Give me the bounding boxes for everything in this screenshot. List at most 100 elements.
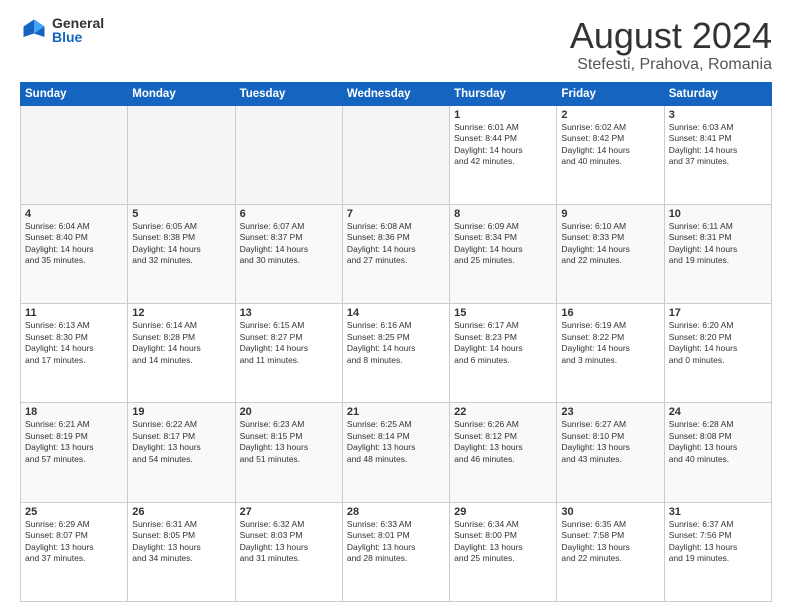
day-number: 22 (454, 406, 552, 418)
calendar-cell: 4Sunrise: 6:04 AM Sunset: 8:40 PM Daylig… (21, 204, 128, 303)
calendar-cell: 7Sunrise: 6:08 AM Sunset: 8:36 PM Daylig… (342, 204, 449, 303)
calendar-week-row: 25Sunrise: 6:29 AM Sunset: 8:07 PM Dayli… (21, 502, 772, 601)
day-number: 9 (561, 208, 659, 220)
day-number: 25 (25, 506, 123, 518)
calendar-week-row: 1Sunrise: 6:01 AM Sunset: 8:44 PM Daylig… (21, 105, 772, 204)
calendar-day-header: Friday (557, 82, 664, 105)
calendar-day-header: Tuesday (235, 82, 342, 105)
day-number: 26 (132, 506, 230, 518)
calendar-day-header: Wednesday (342, 82, 449, 105)
calendar-cell: 25Sunrise: 6:29 AM Sunset: 8:07 PM Dayli… (21, 502, 128, 601)
day-info: Sunrise: 6:23 AM Sunset: 8:15 PM Dayligh… (240, 419, 338, 465)
day-number: 10 (669, 208, 767, 220)
day-info: Sunrise: 6:09 AM Sunset: 8:34 PM Dayligh… (454, 221, 552, 267)
day-info: Sunrise: 6:19 AM Sunset: 8:22 PM Dayligh… (561, 320, 659, 366)
calendar-cell: 31Sunrise: 6:37 AM Sunset: 7:56 PM Dayli… (664, 502, 771, 601)
calendar-cell: 6Sunrise: 6:07 AM Sunset: 8:37 PM Daylig… (235, 204, 342, 303)
calendar-week-row: 18Sunrise: 6:21 AM Sunset: 8:19 PM Dayli… (21, 403, 772, 502)
day-number: 12 (132, 307, 230, 319)
day-number: 4 (25, 208, 123, 220)
day-number: 6 (240, 208, 338, 220)
day-info: Sunrise: 6:17 AM Sunset: 8:23 PM Dayligh… (454, 320, 552, 366)
day-number: 14 (347, 307, 445, 319)
calendar-cell: 10Sunrise: 6:11 AM Sunset: 8:31 PM Dayli… (664, 204, 771, 303)
calendar-header-row: SundayMondayTuesdayWednesdayThursdayFrid… (21, 82, 772, 105)
calendar-cell: 29Sunrise: 6:34 AM Sunset: 8:00 PM Dayli… (450, 502, 557, 601)
calendar-cell: 30Sunrise: 6:35 AM Sunset: 7:58 PM Dayli… (557, 502, 664, 601)
day-info: Sunrise: 6:15 AM Sunset: 8:27 PM Dayligh… (240, 320, 338, 366)
day-info: Sunrise: 6:11 AM Sunset: 8:31 PM Dayligh… (669, 221, 767, 267)
calendar-day-header: Monday (128, 82, 235, 105)
day-number: 28 (347, 506, 445, 518)
day-info: Sunrise: 6:20 AM Sunset: 8:20 PM Dayligh… (669, 320, 767, 366)
calendar-week-row: 11Sunrise: 6:13 AM Sunset: 8:30 PM Dayli… (21, 304, 772, 403)
calendar-cell: 18Sunrise: 6:21 AM Sunset: 8:19 PM Dayli… (21, 403, 128, 502)
day-info: Sunrise: 6:34 AM Sunset: 8:00 PM Dayligh… (454, 519, 552, 565)
day-info: Sunrise: 6:27 AM Sunset: 8:10 PM Dayligh… (561, 419, 659, 465)
calendar-cell: 22Sunrise: 6:26 AM Sunset: 8:12 PM Dayli… (450, 403, 557, 502)
calendar-cell: 11Sunrise: 6:13 AM Sunset: 8:30 PM Dayli… (21, 304, 128, 403)
day-info: Sunrise: 6:35 AM Sunset: 7:58 PM Dayligh… (561, 519, 659, 565)
calendar-cell: 26Sunrise: 6:31 AM Sunset: 8:05 PM Dayli… (128, 502, 235, 601)
day-number: 30 (561, 506, 659, 518)
calendar-day-header: Sunday (21, 82, 128, 105)
day-info: Sunrise: 6:01 AM Sunset: 8:44 PM Dayligh… (454, 122, 552, 168)
day-number: 23 (561, 406, 659, 418)
calendar-cell: 15Sunrise: 6:17 AM Sunset: 8:23 PM Dayli… (450, 304, 557, 403)
calendar-cell: 16Sunrise: 6:19 AM Sunset: 8:22 PM Dayli… (557, 304, 664, 403)
calendar-week-row: 4Sunrise: 6:04 AM Sunset: 8:40 PM Daylig… (21, 204, 772, 303)
day-number: 27 (240, 506, 338, 518)
day-info: Sunrise: 6:03 AM Sunset: 8:41 PM Dayligh… (669, 122, 767, 168)
calendar-cell: 1Sunrise: 6:01 AM Sunset: 8:44 PM Daylig… (450, 105, 557, 204)
calendar-cell: 20Sunrise: 6:23 AM Sunset: 8:15 PM Dayli… (235, 403, 342, 502)
logo-general: General (52, 16, 104, 30)
day-info: Sunrise: 6:26 AM Sunset: 8:12 PM Dayligh… (454, 419, 552, 465)
logo-blue: Blue (52, 30, 104, 44)
day-info: Sunrise: 6:31 AM Sunset: 8:05 PM Dayligh… (132, 519, 230, 565)
day-number: 19 (132, 406, 230, 418)
day-info: Sunrise: 6:16 AM Sunset: 8:25 PM Dayligh… (347, 320, 445, 366)
day-info: Sunrise: 6:10 AM Sunset: 8:33 PM Dayligh… (561, 221, 659, 267)
calendar-cell: 21Sunrise: 6:25 AM Sunset: 8:14 PM Dayli… (342, 403, 449, 502)
day-number: 17 (669, 307, 767, 319)
calendar-cell: 23Sunrise: 6:27 AM Sunset: 8:10 PM Dayli… (557, 403, 664, 502)
day-info: Sunrise: 6:08 AM Sunset: 8:36 PM Dayligh… (347, 221, 445, 267)
day-info: Sunrise: 6:05 AM Sunset: 8:38 PM Dayligh… (132, 221, 230, 267)
calendar-cell: 3Sunrise: 6:03 AM Sunset: 8:41 PM Daylig… (664, 105, 771, 204)
day-number: 31 (669, 506, 767, 518)
calendar-cell (235, 105, 342, 204)
day-info: Sunrise: 6:28 AM Sunset: 8:08 PM Dayligh… (669, 419, 767, 465)
calendar-cell: 2Sunrise: 6:02 AM Sunset: 8:42 PM Daylig… (557, 105, 664, 204)
calendar-cell: 14Sunrise: 6:16 AM Sunset: 8:25 PM Dayli… (342, 304, 449, 403)
logo-text: General Blue (52, 16, 104, 44)
day-info: Sunrise: 6:04 AM Sunset: 8:40 PM Dayligh… (25, 221, 123, 267)
calendar-cell (342, 105, 449, 204)
day-number: 2 (561, 109, 659, 121)
day-info: Sunrise: 6:33 AM Sunset: 8:01 PM Dayligh… (347, 519, 445, 565)
calendar-cell (128, 105, 235, 204)
calendar-day-header: Thursday (450, 82, 557, 105)
day-info: Sunrise: 6:22 AM Sunset: 8:17 PM Dayligh… (132, 419, 230, 465)
day-number: 7 (347, 208, 445, 220)
calendar-cell: 5Sunrise: 6:05 AM Sunset: 8:38 PM Daylig… (128, 204, 235, 303)
calendar-cell: 8Sunrise: 6:09 AM Sunset: 8:34 PM Daylig… (450, 204, 557, 303)
calendar-cell: 27Sunrise: 6:32 AM Sunset: 8:03 PM Dayli… (235, 502, 342, 601)
day-number: 18 (25, 406, 123, 418)
day-number: 20 (240, 406, 338, 418)
day-info: Sunrise: 6:07 AM Sunset: 8:37 PM Dayligh… (240, 221, 338, 267)
calendar-cell: 13Sunrise: 6:15 AM Sunset: 8:27 PM Dayli… (235, 304, 342, 403)
logo-icon (20, 16, 48, 44)
main-title: August 2024 (570, 16, 772, 56)
day-info: Sunrise: 6:21 AM Sunset: 8:19 PM Dayligh… (25, 419, 123, 465)
day-number: 13 (240, 307, 338, 319)
day-number: 24 (669, 406, 767, 418)
day-number: 21 (347, 406, 445, 418)
day-info: Sunrise: 6:02 AM Sunset: 8:42 PM Dayligh… (561, 122, 659, 168)
calendar-cell: 24Sunrise: 6:28 AM Sunset: 8:08 PM Dayli… (664, 403, 771, 502)
calendar: SundayMondayTuesdayWednesdayThursdayFrid… (20, 82, 772, 602)
day-number: 15 (454, 307, 552, 319)
calendar-cell: 28Sunrise: 6:33 AM Sunset: 8:01 PM Dayli… (342, 502, 449, 601)
day-number: 11 (25, 307, 123, 319)
header: General Blue August 2024 Stefesti, Praho… (20, 16, 772, 74)
calendar-day-header: Saturday (664, 82, 771, 105)
